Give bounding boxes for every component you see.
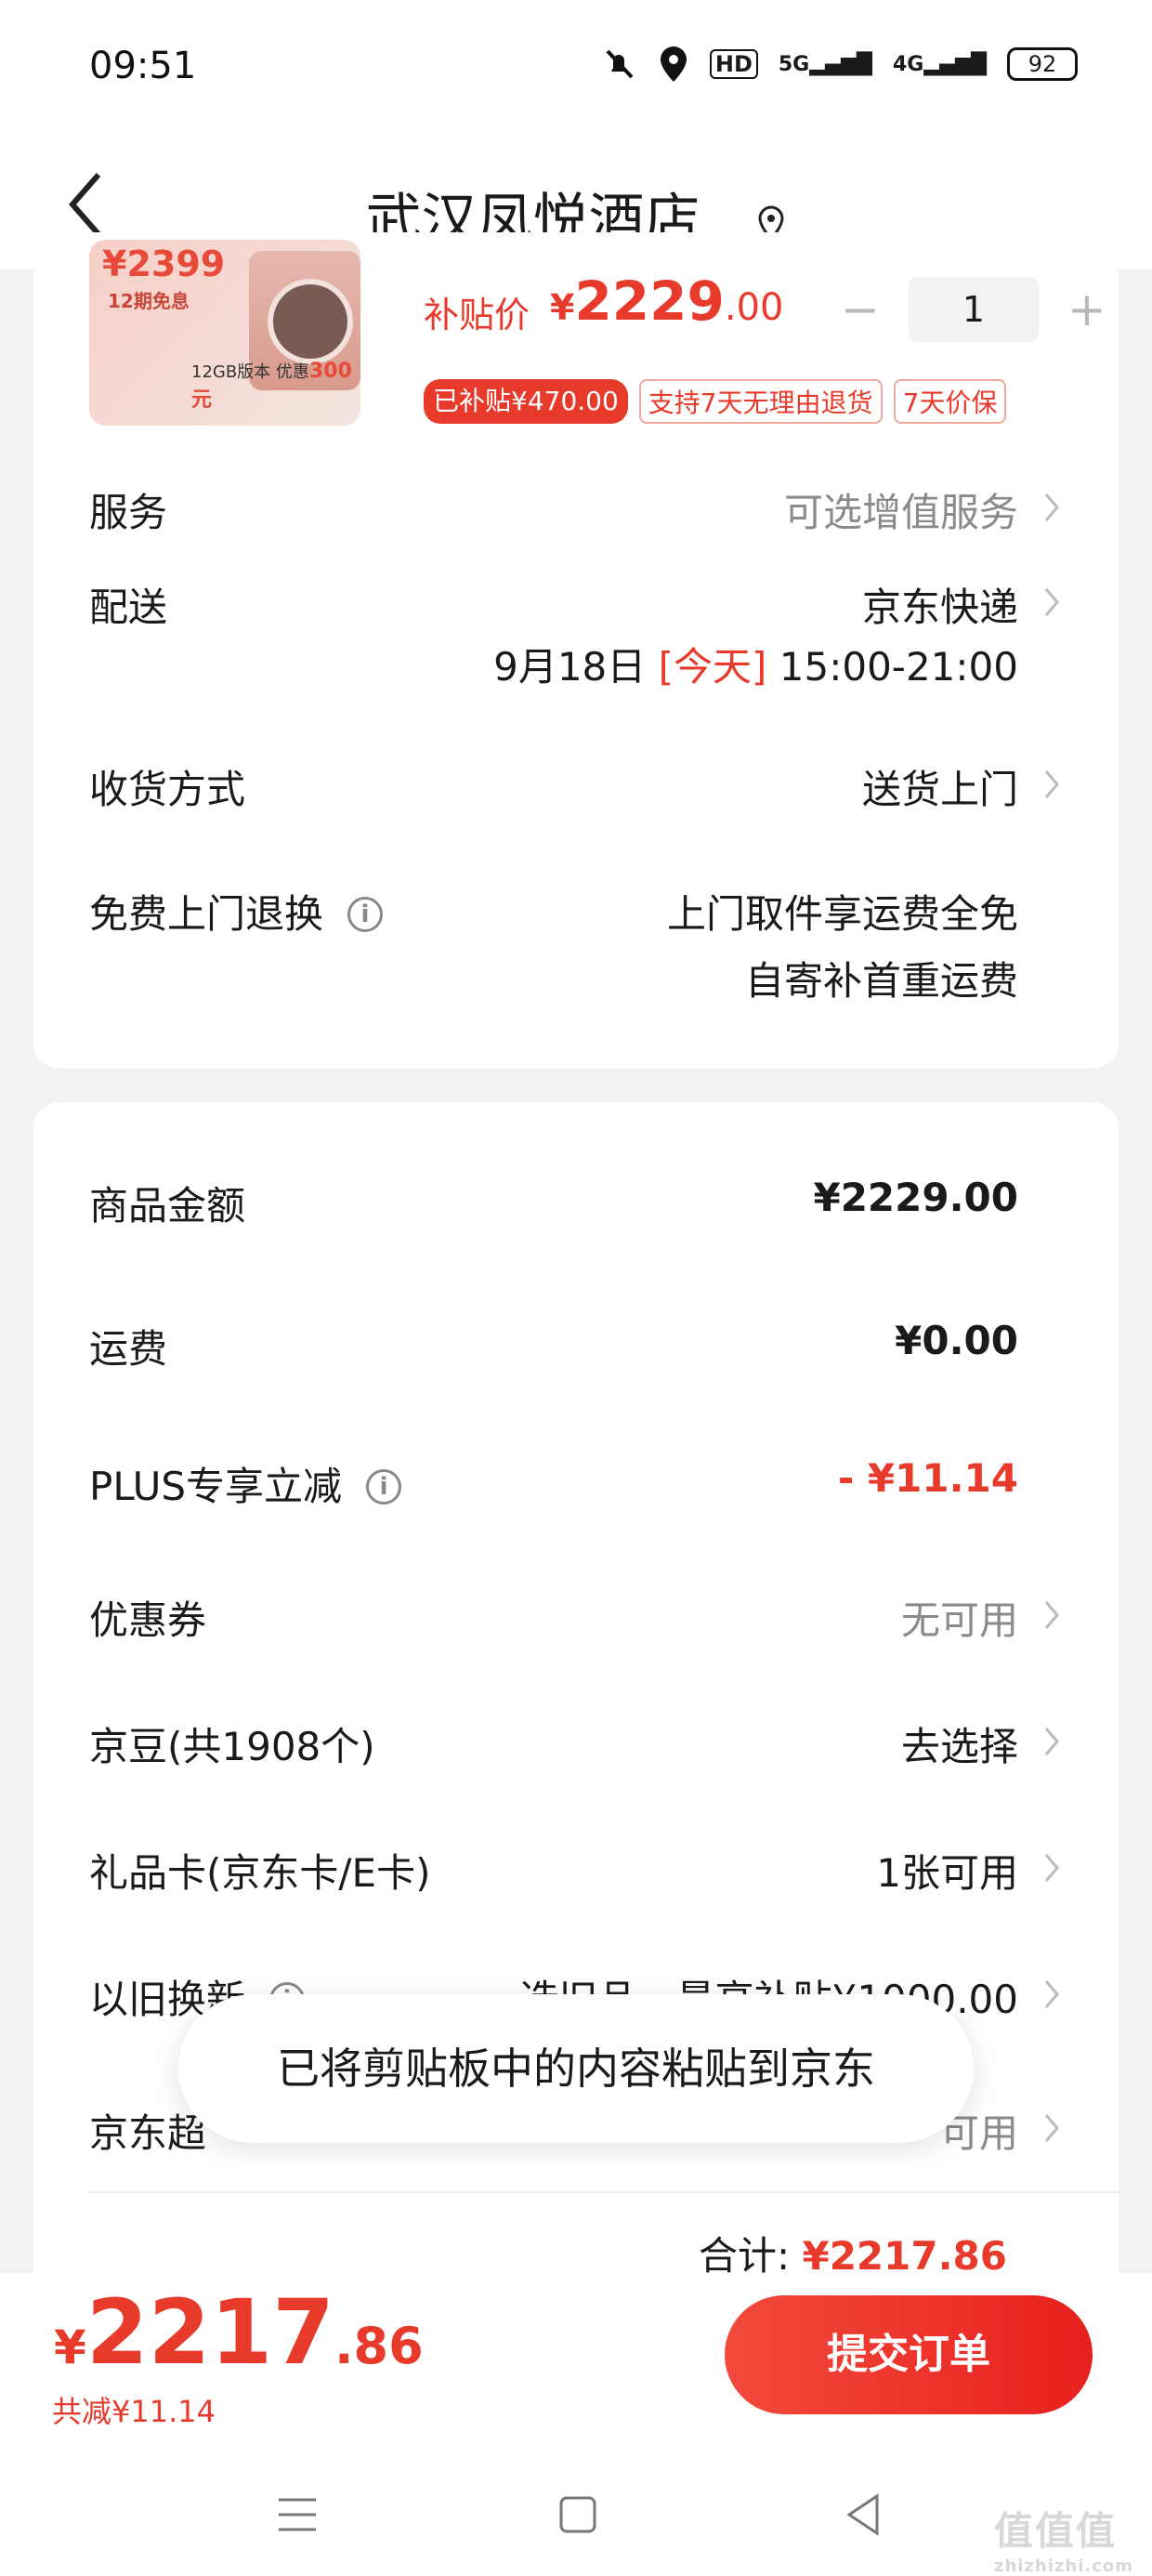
chevron-right-icon <box>1044 493 1059 521</box>
back-triangle-icon[interactable] <box>836 2487 892 2543</box>
info-icon[interactable]: i <box>366 1469 402 1505</box>
chevron-right-icon <box>1044 1601 1059 1629</box>
info-icon[interactable]: i <box>347 897 384 932</box>
delivery-value: 京东快递 <box>861 585 1018 630</box>
service-value: 可选增值服务 <box>783 490 1018 535</box>
price-protect-tag: 7天价保 <box>893 379 1007 424</box>
gift-card-value: 1张可用 <box>876 1850 1018 1896</box>
free-return-label: 免费上门退换 i <box>89 883 384 940</box>
thumb-line: 12期免息 <box>108 290 190 312</box>
signal-5g-icon: 5G▂▄▆█ <box>778 52 872 76</box>
menu-icon[interactable] <box>269 2487 325 2543</box>
coupon-value: 无可用 <box>900 1597 1018 1643</box>
location-icon <box>660 46 687 82</box>
mute-bell-icon <box>606 49 634 79</box>
delivery-time: 9月18日 [今天] 15:00-21:00 <box>493 644 1018 690</box>
jd-beans-value: 去选择 <box>900 1724 1018 1769</box>
jd-beans-row[interactable]: 京豆(共1908个) 去选择 <box>89 1715 1063 1771</box>
shipping-label: 运费 <box>89 1326 168 1372</box>
delivery-label: 配送 <box>89 585 168 630</box>
status-bar: 09:51 HD 5G▂▄▆█ 4G▂▄▆█ 92 <box>0 0 1152 139</box>
status-time: 09:51 <box>89 45 197 87</box>
divider <box>89 2191 1119 2193</box>
quantity-stepper: − 1 + <box>832 277 1115 342</box>
chevron-right-icon <box>1044 2114 1059 2142</box>
goods-amount-label: 商品金额 <box>89 1183 246 1229</box>
chevron-right-icon <box>1044 1728 1059 1755</box>
status-icons: HD 5G▂▄▆█ 4G▂▄▆█ 92 <box>600 45 1078 84</box>
return-policy-tag: 支持7天无理由退货 <box>638 379 883 424</box>
clipboard-toast: 已将剪贴板中的内容粘贴到京东 <box>178 1994 974 2143</box>
signal-4g-icon: 4G▂▄▆█ <box>892 52 987 76</box>
subsidy-tag: 已补贴¥470.00 <box>424 379 628 424</box>
thumb-footer: 12GB版本 优惠300元 <box>191 360 352 412</box>
receive-label: 收货方式 <box>89 767 246 812</box>
plus-button[interactable]: + <box>1059 282 1115 337</box>
subsidy-price-label: 补贴价 <box>424 295 530 335</box>
submit-order-button[interactable]: 提交订单 <box>725 2295 1093 2414</box>
minus-button[interactable]: − <box>832 282 888 337</box>
home-icon[interactable] <box>550 2487 606 2543</box>
jd-credit-label: 京东超 <box>89 2110 207 2156</box>
order-item-card: ¥2399 12期免息 12GB版本 优惠300元 补贴价 ¥2229.00 −… <box>33 232 1119 1069</box>
quantity-value[interactable]: 1 <box>909 277 1039 342</box>
chevron-right-icon <box>1044 588 1059 616</box>
free-return-line2: 自寄补首重运费 <box>744 958 1018 1004</box>
service-label: 服务 <box>89 490 168 535</box>
receive-method-row[interactable]: 收货方式 送货上门 <box>89 758 1063 814</box>
free-return-line1: 上门取件享运费全免 <box>666 891 1018 937</box>
coupon-label: 优惠券 <box>89 1597 207 1643</box>
receive-value: 送货上门 <box>861 767 1018 812</box>
bottom-checkout-bar: ¥2217.86 共减¥11.14 提交订单 <box>0 2273 1152 2576</box>
service-row[interactable]: 服务 可选增值服务 <box>89 481 1063 537</box>
payable-amount: ¥2217.86 <box>54 2280 424 2385</box>
gift-card-label: 礼品卡(京东卡/E卡) <box>89 1850 431 1896</box>
total-saved: 共减¥11.14 <box>52 2394 216 2429</box>
shipping-value: ¥0.00 <box>895 1318 1018 1363</box>
coupon-row[interactable]: 优惠券 无可用 <box>89 1589 1063 1645</box>
plus-discount-label: PLUS专享立减 i <box>89 1455 402 1512</box>
chevron-right-icon <box>1044 1980 1059 2008</box>
product-tags: 已补贴¥470.00 支持7天无理由退货 7天价保 <box>424 379 1007 424</box>
battery-icon: 92 <box>1007 47 1078 81</box>
jd-beans-label: 京豆(共1908个) <box>89 1724 375 1769</box>
delivery-row[interactable]: 配送 京东快递 <box>89 576 1063 632</box>
gift-card-row[interactable]: 礼品卡(京东卡/E卡) 1张可用 <box>89 1842 1063 1898</box>
shipping-row: 运费 ¥0.00 <box>89 1318 1063 1373</box>
watermark: 值值值 zhizhizhi.com <box>993 2508 1133 2576</box>
system-nav-bar <box>0 2468 1152 2561</box>
goods-amount-value: ¥2229.00 <box>813 1175 1018 1220</box>
hd-voice-icon: HD <box>709 49 758 79</box>
goods-amount-row: 商品金额 ¥2229.00 <box>89 1175 1063 1230</box>
thumb-price: ¥2399 <box>102 243 226 284</box>
product-thumbnail[interactable]: ¥2399 12期免息 12GB版本 优惠300元 <box>89 240 360 426</box>
chevron-right-icon <box>1044 770 1059 798</box>
plus-discount-row: PLUS专享立减 i - ¥11.14 <box>89 1455 1063 1511</box>
subsidy-price: ¥2229.00 <box>550 269 784 333</box>
chevron-right-icon <box>1044 1854 1059 1882</box>
plus-discount-value: - ¥11.14 <box>837 1455 1018 1501</box>
